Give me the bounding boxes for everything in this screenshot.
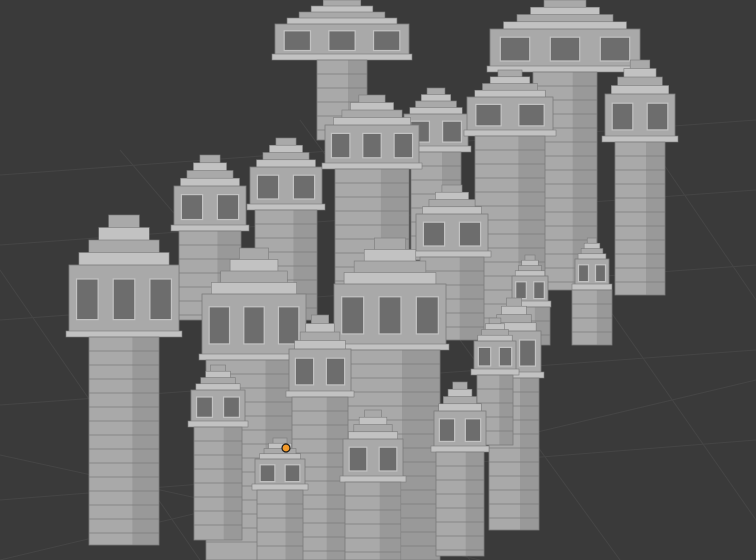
object-origin-dot[interactable] <box>281 443 291 453</box>
3d-viewport[interactable] <box>0 0 756 560</box>
viewport-overlay <box>281 443 291 453</box>
